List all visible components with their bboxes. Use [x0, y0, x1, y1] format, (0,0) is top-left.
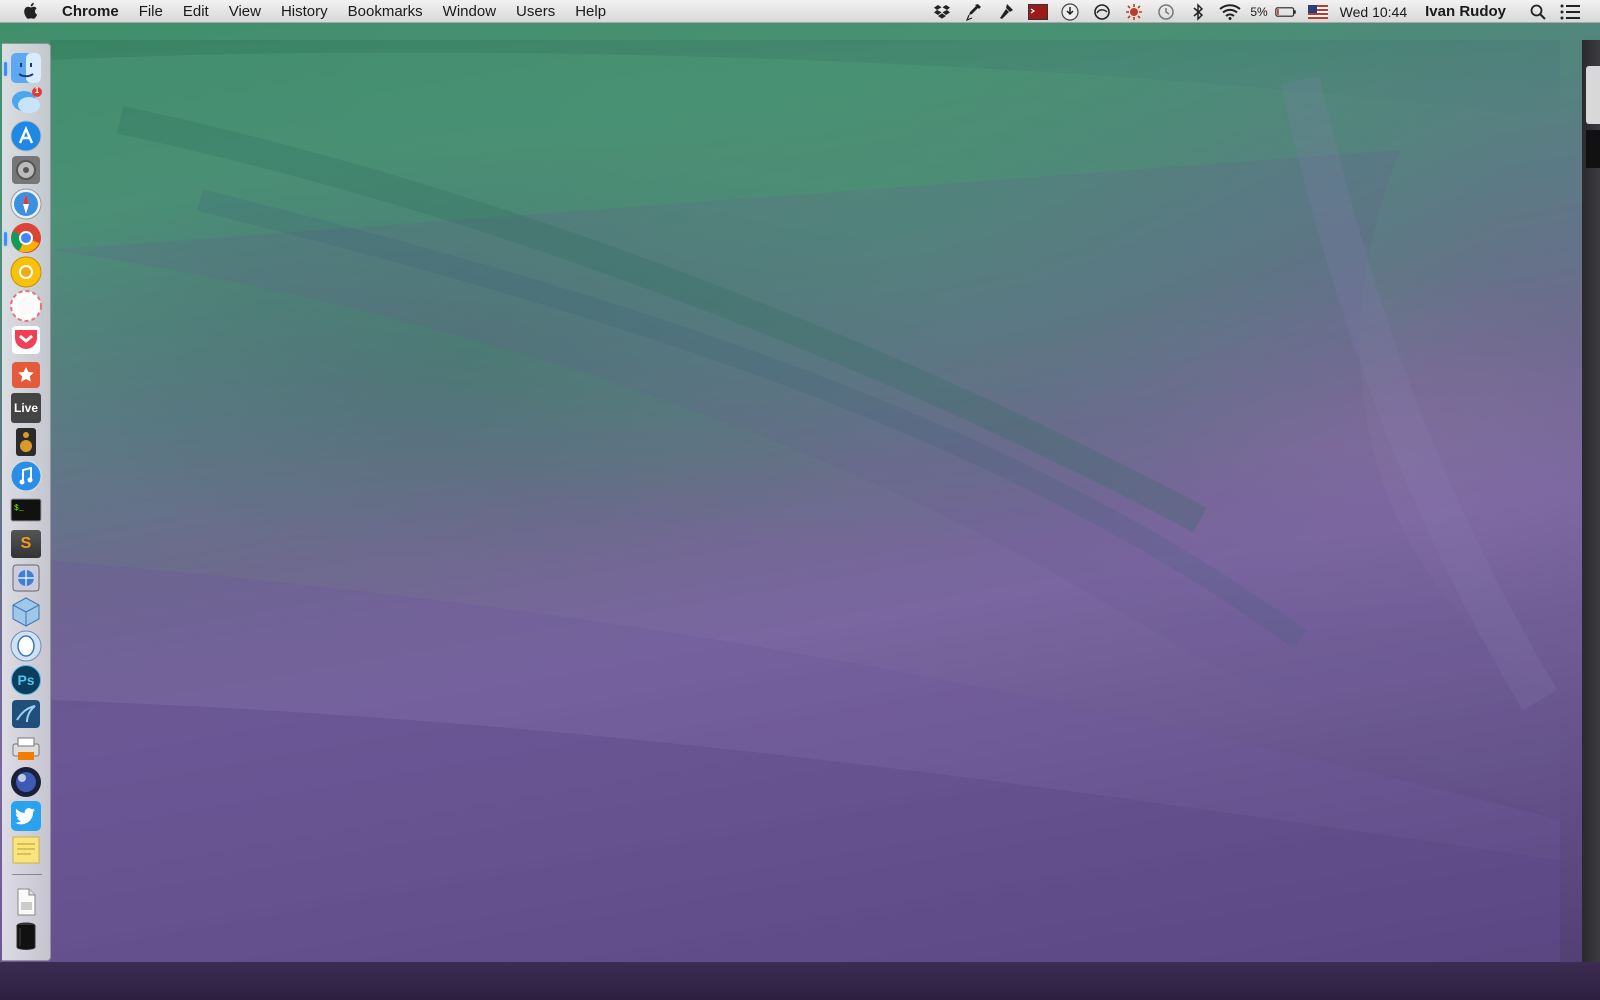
cinema-4d-icon[interactable] [10, 766, 42, 798]
dock: 1 Live $_ S Ps [2, 43, 51, 961]
menu-bar: Chrome File Edit View History Bookmarks … [0, 0, 1600, 23]
menu-view[interactable]: View [219, 0, 271, 23]
wunderlist-icon[interactable] [10, 358, 42, 390]
terminal-icon[interactable] [1027, 2, 1049, 22]
running-indicator-chrome [4, 232, 7, 246]
trash-icon[interactable] [10, 920, 42, 952]
menu-users[interactable]: Users [506, 0, 565, 23]
menu-bookmarks[interactable]: Bookmarks [338, 0, 433, 23]
sublime-text-label: S [11, 530, 41, 558]
chrome-icon[interactable] [10, 222, 42, 254]
battery-icon[interactable] [1274, 2, 1297, 22]
us-flag-icon[interactable] [1307, 2, 1329, 22]
mysql-workbench-icon[interactable] [10, 698, 42, 730]
apple-icon[interactable] [20, 1, 40, 21]
eyedropper-icon[interactable] [963, 2, 985, 22]
dock-separator [12, 874, 42, 875]
window-edge [1582, 40, 1600, 962]
photoshop-label: Ps [11, 665, 41, 695]
chrome-canary-icon[interactable] [10, 256, 42, 288]
itunes-icon[interactable] [10, 460, 42, 492]
menu-window[interactable]: Window [433, 0, 506, 23]
spotlight-icon[interactable] [1527, 2, 1549, 22]
user-name[interactable]: Ivan Rudoy [1425, 3, 1506, 20]
system-preferences-icon[interactable] [10, 154, 42, 186]
menu-file[interactable]: File [129, 0, 173, 23]
photoshop-icon[interactable]: Ps [10, 664, 42, 696]
ableton-live-icon[interactable]: Live [10, 392, 42, 424]
speaker-app-icon[interactable] [10, 426, 42, 458]
terminal-app-icon[interactable]: $_ [10, 494, 42, 526]
printer-app-icon[interactable] [10, 732, 42, 764]
wave-texture [50, 40, 1560, 962]
brightness-icon[interactable] [1123, 2, 1145, 22]
scrollbar-thumb[interactable] [1586, 130, 1600, 168]
network-utility-icon[interactable] [10, 562, 42, 594]
running-indicator-finder [4, 62, 7, 76]
time-machine-icon[interactable] [1155, 2, 1177, 22]
chromium-icon[interactable] [10, 290, 42, 322]
stickies-icon[interactable] [10, 834, 42, 866]
safari-icon[interactable] [10, 188, 42, 220]
wifi-icon[interactable] [1219, 2, 1241, 22]
twitter-icon[interactable] [10, 800, 42, 832]
battery-percent[interactable]: 5% [1250, 5, 1267, 19]
finder-icon[interactable] [10, 52, 42, 84]
messages-icon[interactable]: 1 [10, 86, 42, 118]
pen-icon[interactable] [995, 2, 1017, 22]
dropbox-icon[interactable] [931, 2, 953, 22]
sync-icon[interactable] [1091, 2, 1113, 22]
ableton-live-label: Live [11, 393, 41, 423]
menu-app-name[interactable]: Chrome [58, 0, 129, 23]
messages-badge: 1 [34, 86, 40, 95]
sequel-pro-icon[interactable] [10, 630, 42, 662]
menu-edit[interactable]: Edit [173, 0, 219, 23]
notification-center-icon[interactable] [1559, 2, 1581, 22]
menu-history[interactable]: History [271, 0, 338, 23]
menu-help[interactable]: Help [565, 0, 616, 23]
bottom-edge [0, 962, 1600, 1000]
scrollbar-tab[interactable] [1586, 66, 1600, 124]
pocket-icon[interactable] [10, 324, 42, 356]
virtualbox-icon[interactable] [10, 596, 42, 628]
bluetooth-icon[interactable] [1187, 2, 1209, 22]
app-store-icon[interactable] [10, 120, 42, 152]
sublime-text-icon[interactable]: S [10, 528, 42, 560]
desktop-wallpaper [0, 0, 1600, 1000]
clock[interactable]: Wed 10:44 [1340, 4, 1407, 20]
svg-text:$_: $_ [14, 504, 24, 513]
documents-stack-icon[interactable] [10, 886, 42, 918]
download-icon[interactable] [1059, 2, 1081, 22]
